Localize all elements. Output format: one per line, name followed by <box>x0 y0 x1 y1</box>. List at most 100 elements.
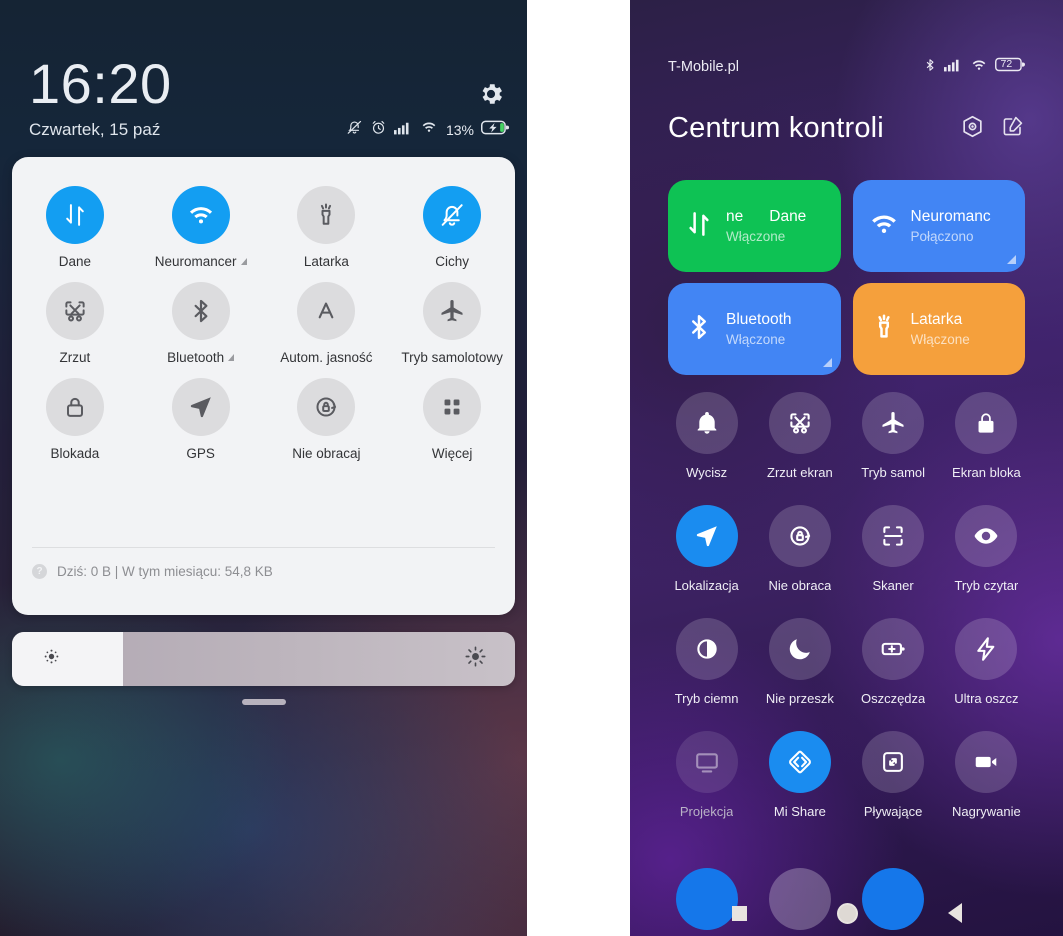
divider <box>32 547 495 548</box>
quick-toggle-flashlight[interactable]: Latarka <box>264 173 390 269</box>
toggle-label: Skaner <box>872 578 914 593</box>
card-title: ne <box>726 208 744 225</box>
toggle-label: Ekran bloka <box>952 465 1021 480</box>
quick-toggle-wifi[interactable]: Neuromancer <box>138 173 264 269</box>
quick-toggle-label: Neuromancer <box>155 254 247 269</box>
quick-toggle-text: Latarka <box>303 254 349 269</box>
toggle-lock[interactable]: Ekran bloka <box>940 392 1033 480</box>
toggle-screen-record[interactable]: Nagrywanie <box>940 731 1033 819</box>
card-text: Neuromanc Połączono <box>911 206 991 246</box>
quick-toggle-text: Blokada <box>50 446 100 461</box>
card-title: Neuromanc <box>910 208 991 225</box>
toggle-bell[interactable]: Wycisz <box>660 392 753 480</box>
quick-toggle-grid-more[interactable]: Więcej <box>389 365 515 461</box>
quick-toggle-text: Więcej <box>431 446 473 461</box>
clock: 16:20 <box>29 52 172 115</box>
toggle-airplane[interactable]: Tryb samol <box>847 392 940 480</box>
header-actions <box>960 114 1025 144</box>
quick-toggle-airplane[interactable]: Tryb samolotowy <box>389 269 515 365</box>
quick-settings-card: Dane Neuromancer Latarka Cichy Zrzut Bluetoot… <box>12 157 515 615</box>
battery-percent-label: 13% <box>445 121 474 138</box>
quick-toggle-rotation-lock[interactable]: Nie obracaj <box>264 365 390 461</box>
bell-icon <box>675 392 738 454</box>
airplane-icon <box>423 282 482 340</box>
toggle-cast-screen[interactable]: Projekcja <box>660 731 753 819</box>
toggle-label: Oszczędza <box>860 691 926 706</box>
chevron-expand-icon[interactable] <box>228 354 235 361</box>
battery-charging-icon <box>481 120 510 140</box>
quick-toggle-text: Neuromancer <box>154 254 237 269</box>
card-subtitle: Połączono <box>910 229 974 244</box>
rotation-lock-icon <box>768 505 831 567</box>
big-toggle-card-bluetooth[interactable]: Bluetooth Włączone <box>668 283 841 375</box>
hex-settings-icon[interactable] <box>960 114 985 144</box>
left-system-icons: 13% <box>346 118 510 141</box>
brightness-high-icon <box>464 645 487 673</box>
quick-settings-row: Dane Neuromancer Latarka Cichy <box>12 173 515 269</box>
settings-gear-icon[interactable] <box>477 80 505 108</box>
back-button[interactable] <box>947 903 962 923</box>
quick-toggle-bluetooth[interactable]: Bluetooth <box>138 269 264 365</box>
toggle-moon[interactable]: Nie przeszk <box>753 618 846 706</box>
brightness-slider-fill <box>12 632 123 686</box>
ultra-saver-icon <box>955 618 1018 680</box>
cast-screen-icon <box>675 731 738 793</box>
quick-toggle-text: Zrzut <box>59 350 91 365</box>
toggle-dark-mode[interactable]: Tryb ciemn <box>660 618 753 706</box>
brightness-slider[interactable] <box>12 632 515 686</box>
edit-icon[interactable] <box>1001 114 1025 143</box>
alarm-icon <box>370 119 387 141</box>
data-usage-label: Dziś: 0 B | W tym miesiącu: 54,8 KB <box>57 564 273 579</box>
quick-toggle-label: Dane <box>59 254 91 269</box>
home-button[interactable] <box>836 902 858 924</box>
quick-toggle-auto-brightness[interactable]: Autom. jasność <box>264 269 390 365</box>
toggle-mi-share[interactable]: Mi Share <box>753 731 846 819</box>
toggle-rotation-lock[interactable]: Nie obraca <box>753 505 846 593</box>
screen-record-icon <box>955 731 1018 793</box>
toggle-location-arrow[interactable]: Lokalizacja <box>660 505 753 593</box>
toggle-label: Nie przeszk <box>765 691 834 706</box>
signal-icon <box>944 57 963 77</box>
toggle-floating-window[interactable]: Pływające <box>847 731 940 819</box>
location-arrow-icon <box>675 505 738 567</box>
wifi-icon <box>970 56 988 79</box>
quick-toggle-label: Więcej <box>432 446 473 461</box>
toggle-battery-saver[interactable]: Oszczędza <box>847 618 940 706</box>
big-toggle-card-data-transfer[interactable]: ne Dane Włączone <box>668 180 841 272</box>
big-toggle-card-flashlight[interactable]: Latarka Włączone <box>852 283 1025 375</box>
recents-button[interactable] <box>731 905 747 921</box>
card-title: Latarka <box>910 311 963 328</box>
quick-toggle-data-transfer[interactable]: Dane <box>12 173 138 269</box>
big-toggle-cards: ne Dane Włączone Neuromanc Połączono Bluetoot… <box>668 180 1025 375</box>
rotation-lock-icon <box>297 378 356 436</box>
toggle-label: Pływające <box>863 804 923 819</box>
quick-toggle-bell-mute[interactable]: Cichy <box>389 173 515 269</box>
quick-settings-row: Blokada GPS Nie obracaj Więcej <box>12 365 515 461</box>
scanner-icon <box>862 505 925 567</box>
toggle-eye[interactable]: Tryb czytar <box>940 505 1033 593</box>
battery-saver-icon <box>862 618 925 680</box>
toggle-ultra-saver[interactable]: Ultra oszcz <box>940 618 1033 706</box>
toggle-label: Wycisz <box>686 465 728 480</box>
quick-toggle-lock[interactable]: Blokada <box>12 365 138 461</box>
card-expand-corner-icon[interactable] <box>822 358 832 367</box>
quick-toggle-label: Tryb samolotowy <box>401 350 503 365</box>
toggle-scanner[interactable]: Skaner <box>847 505 940 593</box>
flashlight-icon <box>869 312 899 347</box>
toggle-label: Nie obraca <box>768 578 832 593</box>
toggle-screenshot[interactable]: Zrzut ekran <box>753 392 846 480</box>
drag-handle[interactable] <box>241 699 286 705</box>
chevron-expand-icon[interactable] <box>240 258 247 265</box>
card-title-secondary: Dane <box>769 208 807 225</box>
lock-icon <box>955 392 1018 454</box>
data-usage-row[interactable]: ? Dziś: 0 B | W tym miesiącu: 54,8 KB <box>32 564 273 579</box>
toggle-grid: Wycisz Zrzut ekran Tryb samol Ekran bloka Lo… <box>660 392 1033 819</box>
quick-toggle-location-arrow[interactable]: GPS <box>138 365 264 461</box>
big-toggle-card-wifi[interactable]: Neuromanc Połączono <box>852 180 1025 272</box>
quick-toggle-screenshot[interactable]: Zrzut <box>12 269 138 365</box>
quick-settings-grid: Dane Neuromancer Latarka Cichy Zrzut Bluetoot… <box>12 173 515 461</box>
mute-bell-icon <box>346 119 363 141</box>
date-label: Czwartek, 15 paź <box>29 120 161 139</box>
screenshot-icon <box>45 282 104 340</box>
card-expand-corner-icon[interactable] <box>1007 255 1016 264</box>
